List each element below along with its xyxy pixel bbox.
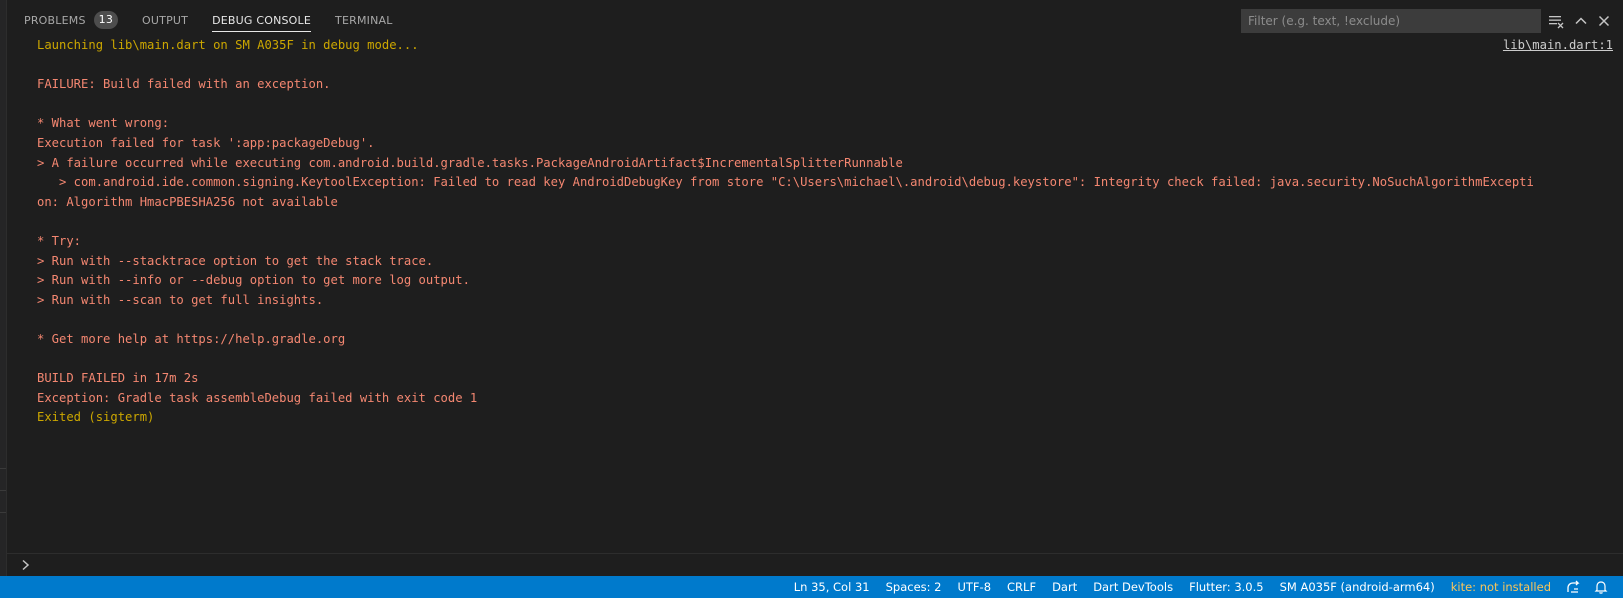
console-line: Exception: Gradle task assembleDebug fai… — [37, 390, 478, 405]
dart-devtools-button[interactable]: Dart DevTools — [1085, 576, 1181, 598]
console-line: * What went wrong: — [37, 116, 170, 131]
console-line: Execution failed for task ':app:packageD… — [37, 135, 375, 150]
close-panel-icon[interactable] — [1594, 11, 1614, 31]
repl-input[interactable] — [39, 556, 1599, 574]
tab-debug-console[interactable]: DEBUG CONSOLE — [212, 0, 311, 40]
device-selector[interactable]: SM A035F (android-arm64) — [1272, 576, 1443, 598]
console-line: > A failure occurred while executing com… — [37, 155, 903, 170]
console-line: FAILURE: Build failed with an exception. — [37, 77, 331, 92]
tab-output-label: OUTPUT — [142, 13, 189, 27]
flutter-version[interactable]: Flutter: 3.0.5 — [1181, 576, 1272, 598]
console-line: * Try: — [37, 233, 82, 248]
console-output: Launching lib\main.dart on SM A035F in d… — [37, 36, 1612, 428]
tab-problems-label: PROBLEMS — [24, 13, 86, 27]
console-line: > Run with --scan to get full insights. — [37, 292, 324, 307]
status-bar: Ln 35, Col 31 Spaces: 2 UTF-8 CRLF Dart … — [0, 576, 1623, 598]
tab-problems[interactable]: PROBLEMS 13 — [24, 0, 119, 40]
chevron-right-icon — [19, 557, 33, 573]
tab-output[interactable]: OUTPUT — [142, 0, 188, 40]
console-line: Launching lib\main.dart on SM A035F in d… — [37, 38, 419, 52]
console-line: > Run with --stacktrace option to get th… — [37, 253, 434, 268]
language-mode[interactable]: Dart — [1044, 576, 1085, 598]
console-line: > com.android.ide.common.signing.Keytool… — [37, 175, 1534, 190]
debug-panel: PROBLEMS 13 OUTPUT DEBUG CONSOLE TERMINA… — [0, 0, 1623, 576]
repl-input-row — [7, 553, 1623, 576]
feedback-icon[interactable] — [1559, 576, 1587, 598]
console-line: on: Algorithm HmacPBESHA256 not availabl… — [37, 194, 338, 209]
filter-input[interactable] — [1241, 9, 1541, 33]
panel-tabs: PROBLEMS 13 OUTPUT DEBUG CONSOLE TERMINA… — [12, 0, 405, 40]
console-line: * Get more help at https://help.gradle.o… — [37, 331, 346, 346]
line-ending[interactable]: CRLF — [999, 576, 1044, 598]
console-line: Exited (sigterm) — [37, 410, 155, 425]
file-encoding[interactable]: UTF-8 — [949, 576, 999, 598]
notifications-bell-icon[interactable] — [1587, 576, 1615, 598]
tab-terminal[interactable]: TERMINAL — [335, 0, 393, 40]
cursor-position[interactable]: Ln 35, Col 31 — [786, 576, 878, 598]
problems-count-badge: 13 — [93, 11, 119, 29]
indentation-setting[interactable]: Spaces: 2 — [878, 576, 950, 598]
editor-gutter — [0, 0, 7, 576]
tab-terminal-label: TERMINAL — [335, 13, 393, 27]
tab-debug-console-label: DEBUG CONSOLE — [212, 13, 312, 27]
console-line: BUILD FAILED in 17m 2s — [37, 371, 199, 386]
console-line: > Run with --info or --debug option to g… — [37, 273, 470, 288]
kite-status[interactable]: kite: not installed — [1443, 576, 1559, 598]
maximize-panel-icon[interactable] — [1571, 11, 1591, 31]
clear-console-icon[interactable] — [1546, 11, 1566, 31]
